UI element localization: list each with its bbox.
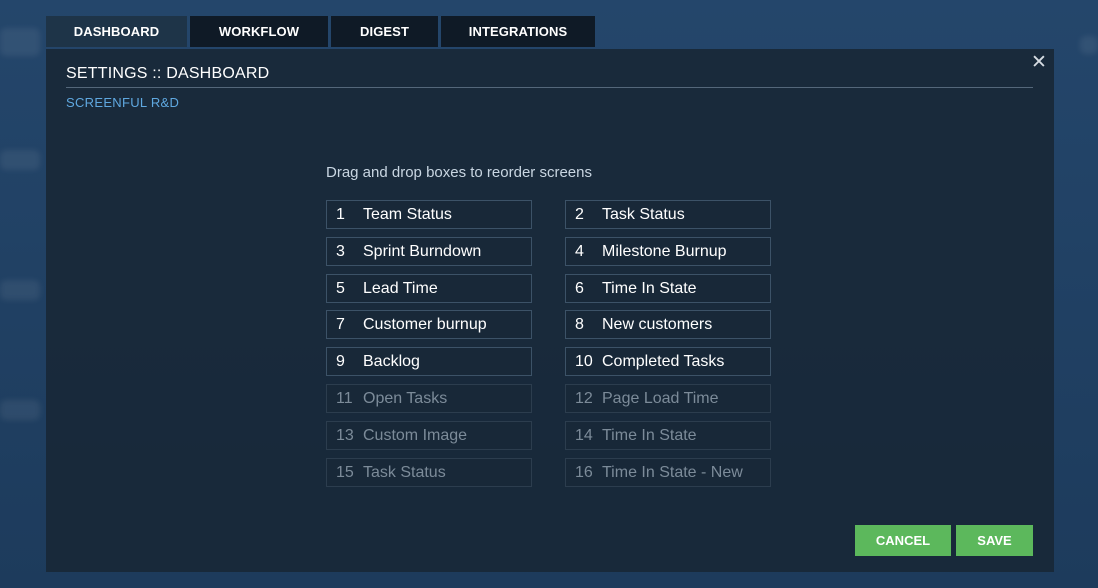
screen-label: Time In State - New [602,463,743,481]
cancel-button[interactable]: CANCEL [855,525,951,556]
title-divider [66,87,1033,88]
screen-label: Team Status [363,206,452,223]
screen-number: 5 [336,279,345,297]
screen-number: 9 [336,353,345,371]
screen-box[interactable]: 3 Sprint Burndown [326,236,532,266]
screen-box[interactable]: 9 Backlog [326,347,532,377]
screen-label: Customer burnup [363,316,487,334]
screen-number: 8 [575,316,584,334]
screen-box[interactable]: 11 Open Tasks [326,384,532,413]
screen-box[interactable]: 2 Task Status [565,200,771,229]
screen-number: 7 [336,316,345,334]
screen-number: 10 [575,353,593,371]
settings-tabs: DASHBOARD WORKFLOW DIGEST INTEGRATIONS [46,16,595,47]
screen-number: 13 [336,426,354,444]
screen-label: Task Status [363,463,446,481]
screen-box[interactable]: 1 Team Status [326,200,532,229]
screen-number: 1 [336,206,345,223]
screen-label: Sprint Burndown [363,242,482,260]
screen-number: 6 [575,279,584,297]
modal-title: SETTINGS :: DASHBOARD [66,65,270,82]
screen-number: 4 [575,242,584,260]
screen-box[interactable]: 5 Lead Time [326,273,532,303]
tab-workflow[interactable]: WORKFLOW [190,16,328,47]
screen-label: Completed Tasks [602,353,725,371]
screen-number: 12 [575,390,593,407]
screen-label: Backlog [363,353,420,371]
screen-label: Custom Image [363,426,468,444]
tab-dashboard[interactable]: DASHBOARD [46,16,187,47]
screen-number: 14 [575,426,593,444]
screen-box[interactable]: 8 New customers [565,310,771,340]
screen-box[interactable]: 14 Time In State [565,420,771,450]
screen-box[interactable]: 16 Time In State - New [565,457,771,487]
screen-box[interactable]: 15 Task Status [326,457,532,487]
screen-label: Time In State [602,426,697,444]
screen-number: 11 [336,390,353,407]
screen-label: Open Tasks [363,390,448,407]
project-name: SCREENFUL R&D [66,95,180,110]
screen-number: 2 [575,206,584,223]
tab-integrations[interactable]: INTEGRATIONS [441,16,595,47]
screen-number: 15 [336,463,354,481]
screen-box[interactable]: 6 Time In State [565,273,771,303]
screen-box[interactable]: 12 Page Load Time [565,384,771,413]
close-icon[interactable]: ✕ [1031,53,1047,72]
reorder-instruction: Drag and drop boxes to reorder screens [326,164,592,181]
screen-box[interactable]: 4 Milestone Burnup [565,236,771,266]
save-button[interactable]: SAVE [956,525,1033,556]
screen-label: New customers [602,316,713,334]
screen-box[interactable]: 10 Completed Tasks [565,347,771,377]
screen-label: Milestone Burnup [602,242,727,260]
screen-number: 16 [575,463,593,481]
screen-label: Lead Time [363,279,438,297]
screen-label: Time In State [602,279,697,297]
screen-box[interactable]: 7 Customer burnup [326,310,532,340]
screen-label: Task Status [602,206,685,223]
settings-modal: ✕ SETTINGS :: DASHBOARD SCREENFUL R&D Dr… [46,49,1054,572]
screen-box[interactable]: 13 Custom Image [326,420,532,450]
screen-number: 3 [336,242,345,260]
screen-label: Page Load Time [602,390,719,407]
tab-digest[interactable]: DIGEST [331,16,438,47]
